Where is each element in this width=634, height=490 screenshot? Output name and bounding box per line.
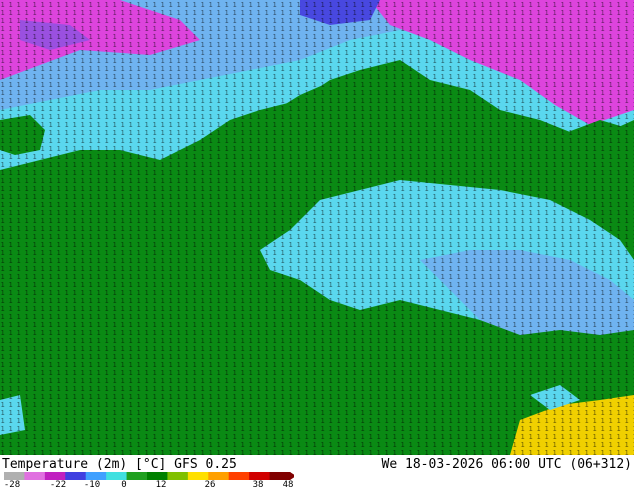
legend-swatch [167,472,189,480]
legend-swatch [269,472,291,480]
legend-tick-label: -10 [83,480,101,490]
legend-swatch [126,472,148,480]
map-footer: Temperature (2m) [°C] GFS 0.25 We 18-03-… [0,455,634,490]
legend-tick-label: 48 [282,480,294,490]
temperature-map: 1 [0,0,634,455]
legend-swatch [228,472,250,480]
legend-swatch [187,472,209,480]
legend-swatch [106,472,128,480]
legend-tick-label: 12 [155,480,167,490]
legend-swatch [85,472,107,480]
legend-swatch [65,472,87,480]
legend-tick-label: 0 [121,480,127,490]
legend-swatch [208,472,230,480]
legend-tick-label: 38 [252,480,264,490]
map-area[interactable]: 1 [0,0,634,455]
legend-arrow [290,472,294,480]
value-grid-overlay [0,0,634,455]
map-datetime: We 18-03-2026 06:00 UTC (06+312) [381,457,632,472]
legend-swatch [24,472,46,480]
legend-swatch [4,472,25,480]
legend-swatch [147,472,168,480]
legend-tick-label: 26 [204,480,216,490]
legend-swatch [44,472,66,480]
color-legend-bar [4,472,294,480]
legend-tick-label: -28 [3,480,21,490]
map-title: Temperature (2m) [°C] GFS 0.25 [2,457,237,472]
legend-swatch [249,472,271,480]
legend-tick-label: -22 [49,480,67,490]
